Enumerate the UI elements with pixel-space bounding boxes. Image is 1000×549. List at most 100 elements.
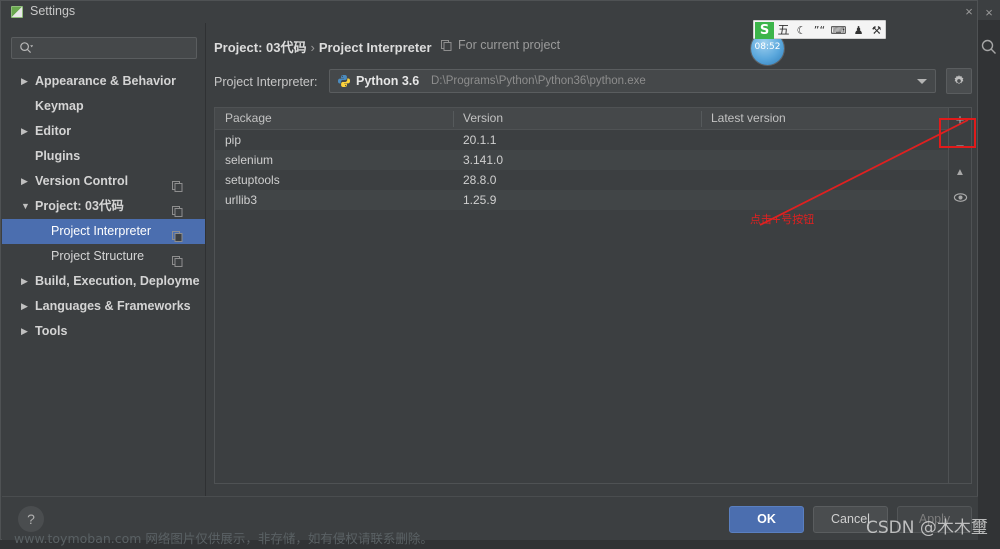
- package-name: urllib3: [225, 193, 258, 207]
- sidebar-item-editor[interactable]: ▶ Editor: [2, 119, 206, 144]
- sidebar-item-tools[interactable]: ▶ Tools: [2, 319, 206, 344]
- packages-table: Package Version Latest version pip 20.1.1 se…: [214, 107, 972, 484]
- search-input[interactable]: [38, 38, 198, 60]
- copy-icon: [441, 40, 452, 51]
- ok-button[interactable]: OK: [729, 506, 804, 533]
- package-version: 28.8.0: [463, 173, 497, 187]
- ime-mode-icon[interactable]: 五: [775, 22, 792, 39]
- sidebar-item-appearance-behavior[interactable]: ▶ Appearance & Behavior: [2, 69, 206, 94]
- sidebar-search-box[interactable]: [11, 37, 198, 60]
- sidebar-item-plugins[interactable]: Plugins: [2, 144, 206, 169]
- copy-icon: [172, 226, 183, 242]
- tree-toggle-icon[interactable]: ▶: [21, 169, 31, 194]
- csdn-watermark: CSDN @木木璽: [866, 518, 988, 538]
- for-current-project-label: For current project: [441, 38, 561, 52]
- ime-moon-icon[interactable]: ☾: [793, 22, 810, 39]
- interpreter-settings-button[interactable]: [946, 68, 972, 94]
- column-divider[interactable]: [453, 111, 454, 127]
- dialog-close-icon[interactable]: ×: [961, 4, 977, 20]
- sogou-logo-icon[interactable]: S: [755, 22, 774, 39]
- copy-icon: [172, 201, 183, 217]
- package-name: pip: [225, 133, 242, 147]
- packages-toolbar: + − ▲: [948, 108, 971, 483]
- settings-sidebar: ▶ Appearance & Behavior Keymap ▶ Editor Plugi…: [2, 23, 206, 496]
- package-name: setuptools: [225, 173, 280, 187]
- sidebar-item-keymap[interactable]: Keymap: [2, 94, 206, 119]
- ide-right-strip: [978, 0, 1000, 549]
- interpreter-label: Project Interpreter:: [214, 75, 318, 89]
- settings-tree: ▶ Appearance & Behavior Keymap ▶ Editor Plugi…: [2, 69, 206, 344]
- sidebar-item-label: Plugins: [35, 149, 81, 163]
- ime-tools-icon[interactable]: ⚒: [868, 22, 885, 39]
- column-divider[interactable]: [701, 111, 702, 127]
- settings-app-icon: [11, 6, 23, 18]
- sidebar-item-label: Tools: [35, 324, 68, 338]
- sidebar-item-label: Languages & Frameworks: [35, 299, 191, 313]
- sidebar-item-languages-frameworks[interactable]: ▶ Languages & Frameworks: [2, 294, 206, 319]
- sidebar-item-label: Editor: [35, 124, 72, 138]
- packages-table-header: Package Version Latest version: [215, 108, 949, 130]
- package-version: 3.141.0: [463, 153, 504, 167]
- sidebar-item-label: Project Interpreter: [51, 224, 152, 238]
- ime-punctuation-icon[interactable]: ”“: [811, 22, 828, 39]
- tree-toggle-icon[interactable]: ▶: [21, 319, 31, 344]
- column-header-package[interactable]: Package: [215, 108, 453, 129]
- column-header-version[interactable]: Version: [453, 108, 701, 129]
- tree-toggle-icon[interactable]: ▶: [21, 119, 31, 144]
- add-button-highlight: [939, 118, 976, 148]
- tree-toggle-icon[interactable]: ▶: [21, 69, 31, 94]
- table-row[interactable]: urllib3 1.25.9: [215, 190, 949, 210]
- copy-icon: [172, 251, 183, 267]
- annotation-text: 点击+号按钮: [750, 213, 815, 226]
- copy-icon: [172, 176, 183, 192]
- upgrade-package-button[interactable]: ▲: [949, 160, 971, 186]
- upgrade-icon: ▲: [955, 167, 965, 178]
- show-early-releases-button[interactable]: [949, 186, 971, 212]
- settings-dialog: Settings × ▶ Appearance & Behavior Keymap ▶…: [0, 0, 978, 540]
- toymoban-watermark: www.toymoban.com 网络图片仅供展示，非存储，如有侵权请联系删除。: [14, 531, 433, 546]
- tree-toggle-icon[interactable]: ▶: [21, 269, 31, 294]
- breadcrumb-page: Project Interpreter: [318, 40, 432, 55]
- python-icon: [337, 74, 351, 88]
- sidebar-item-build-execution-deployme[interactable]: ▶ Build, Execution, Deployme: [2, 269, 206, 294]
- breadcrumb-project[interactable]: Project: 03代码: [214, 40, 306, 55]
- gear-icon: [952, 74, 966, 88]
- settings-content-pane: Project: 03代码 › Project Interpreter For cu…: [206, 23, 977, 496]
- sidebar-item-label: Build, Execution, Deployme: [35, 274, 200, 288]
- breadcrumb: Project: 03代码 › Project Interpreter: [214, 37, 432, 56]
- sidebar-item-label: Appearance & Behavior: [35, 74, 177, 88]
- dialog-title: Settings: [30, 4, 76, 18]
- interpreter-path: D:\Programs\Python\Python36\python.exe: [431, 75, 646, 87]
- tree-toggle-icon[interactable]: ▶: [21, 294, 31, 319]
- sidebar-item-label: Project Structure: [51, 249, 145, 263]
- sidebar-item-label: Project: 03代码: [35, 199, 124, 213]
- interpreter-combobox[interactable]: Python 3.6 D:\Programs\Python\Python36\p…: [329, 69, 936, 93]
- ide-search-icon[interactable]: [980, 38, 998, 56]
- clock-time: 08:52: [754, 42, 781, 52]
- packages-table-body: pip 20.1.1 selenium 3.141.0 setuptools 28.8.0…: [215, 130, 949, 210]
- sidebar-item-label: Keymap: [35, 99, 84, 113]
- chevron-down-icon[interactable]: [917, 79, 927, 84]
- ime-toolbar[interactable]: S 五 ☾ ”“ ⌨ ♟ ⚒: [753, 20, 886, 39]
- ime-keyboard-icon[interactable]: ⌨: [829, 22, 848, 39]
- sidebar-item-project-interpreter[interactable]: Project Interpreter: [2, 219, 206, 244]
- for-current-project-text: For current project: [458, 38, 561, 52]
- sidebar-item-project-03[interactable]: ▼ Project: 03代码: [2, 194, 206, 219]
- table-row[interactable]: setuptools 28.8.0: [215, 170, 949, 190]
- breadcrumb-separator: ›: [310, 40, 315, 55]
- sidebar-item-version-control[interactable]: ▶ Version Control: [2, 169, 206, 194]
- interpreter-name: Python 3.6: [356, 74, 420, 88]
- package-name: selenium: [225, 153, 274, 167]
- ime-user-icon[interactable]: ♟: [850, 22, 867, 39]
- sidebar-item-project-structure[interactable]: Project Structure: [2, 244, 206, 269]
- package-version: 1.25.9: [463, 193, 497, 207]
- eye-icon: [949, 186, 971, 212]
- column-header-latest-version[interactable]: Latest version: [701, 108, 949, 129]
- table-row[interactable]: selenium 3.141.0: [215, 150, 949, 170]
- ide-close-icon[interactable]: ×: [981, 5, 997, 21]
- sidebar-item-label: Version Control: [35, 174, 129, 188]
- tree-toggle-icon[interactable]: ▼: [21, 194, 31, 219]
- package-version: 20.1.1: [463, 133, 497, 147]
- search-icon: [19, 41, 34, 55]
- table-row[interactable]: pip 20.1.1: [215, 130, 949, 150]
